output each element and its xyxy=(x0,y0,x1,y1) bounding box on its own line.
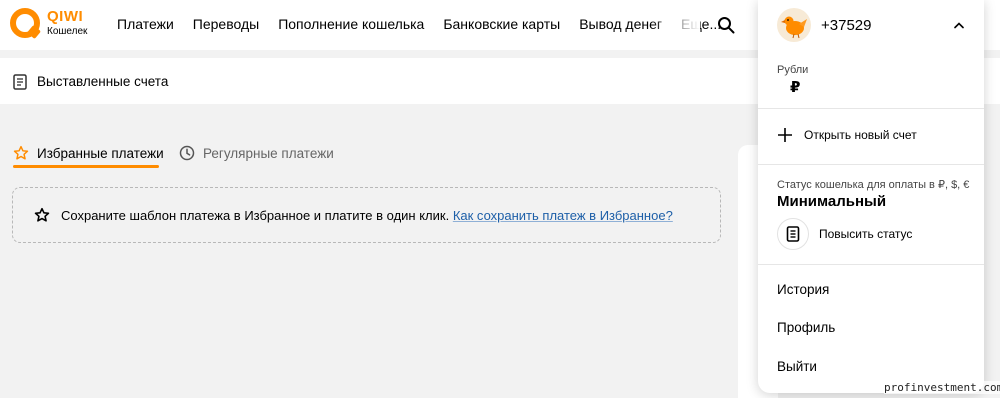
raise-status-label: Повысить статус xyxy=(819,227,913,241)
open-account-label: Открыть новый счет xyxy=(804,128,917,142)
logo-brand-text: QIWI xyxy=(47,8,84,25)
qiwi-logo[interactable]: QIWI Кошелек xyxy=(10,6,100,44)
raise-status-button[interactable]: Повысить статус xyxy=(777,218,912,250)
wallet-status-value: Минимальный xyxy=(777,193,887,210)
how-to-save-link[interactable]: Как сохранить платеж в Избранное? xyxy=(453,208,673,223)
nav-fade xyxy=(650,10,700,40)
menu-item-profile[interactable]: Профиль xyxy=(777,320,835,335)
star-outline-icon xyxy=(13,145,29,160)
document-badge xyxy=(777,218,809,250)
balance-value: ₽ xyxy=(790,79,801,96)
document-icon xyxy=(786,226,800,242)
plus-icon xyxy=(778,128,792,142)
active-tab-indicator xyxy=(13,165,159,168)
tab-favorites[interactable]: Избранные платежи xyxy=(13,145,164,161)
balance-label: Рубли xyxy=(777,64,809,76)
main-nav: Платежи Переводы Пополнение кошелька Бан… xyxy=(117,16,721,32)
tab-regular[interactable]: Регулярные платежи xyxy=(179,145,334,161)
logo-subtitle: Кошелек xyxy=(47,26,88,37)
nav-item-bank-cards[interactable]: Банковские карты xyxy=(443,16,560,32)
watermark: profinvestment.com xyxy=(884,381,1000,394)
chevron-up-icon[interactable] xyxy=(954,21,964,29)
tab-regular-label: Регулярные платежи xyxy=(203,145,334,161)
menu-item-history[interactable]: История xyxy=(777,282,829,297)
avatar[interactable] xyxy=(777,8,811,42)
clock-icon xyxy=(179,145,195,161)
divider xyxy=(758,264,984,265)
account-phone: +37529 xyxy=(821,17,872,34)
hint-message: Сохраните шаблон платежа в Избранное и п… xyxy=(61,208,450,223)
star-icon xyxy=(34,207,50,222)
favorites-empty-hint: Сохраните шаблон платежа в Избранное и п… xyxy=(12,187,721,243)
tab-favorites-label: Избранные платежи xyxy=(37,145,164,161)
open-account-button[interactable]: Открыть новый счет xyxy=(777,127,917,143)
bird-avatar-icon xyxy=(781,16,807,39)
invoices-link[interactable]: Выставленные счета xyxy=(37,74,168,89)
account-dropdown: +37529 Рубли ₽ Открыть новый счет Статус… xyxy=(758,0,984,393)
divider xyxy=(758,164,984,165)
invoice-icon xyxy=(13,74,27,90)
search-icon[interactable] xyxy=(717,16,735,34)
menu-item-logout[interactable]: Выйти xyxy=(777,359,817,374)
divider xyxy=(758,108,984,109)
hint-text-line: Сохраните шаблон платежа в Избранное и п… xyxy=(61,208,673,223)
nav-item-payments[interactable]: Платежи xyxy=(117,16,174,32)
wallet-status-label: Статус кошелька для оплаты в ₽, $, € xyxy=(777,179,970,191)
nav-item-top-up[interactable]: Пополнение кошелька xyxy=(278,16,424,32)
nav-item-transfers[interactable]: Переводы xyxy=(193,16,259,32)
